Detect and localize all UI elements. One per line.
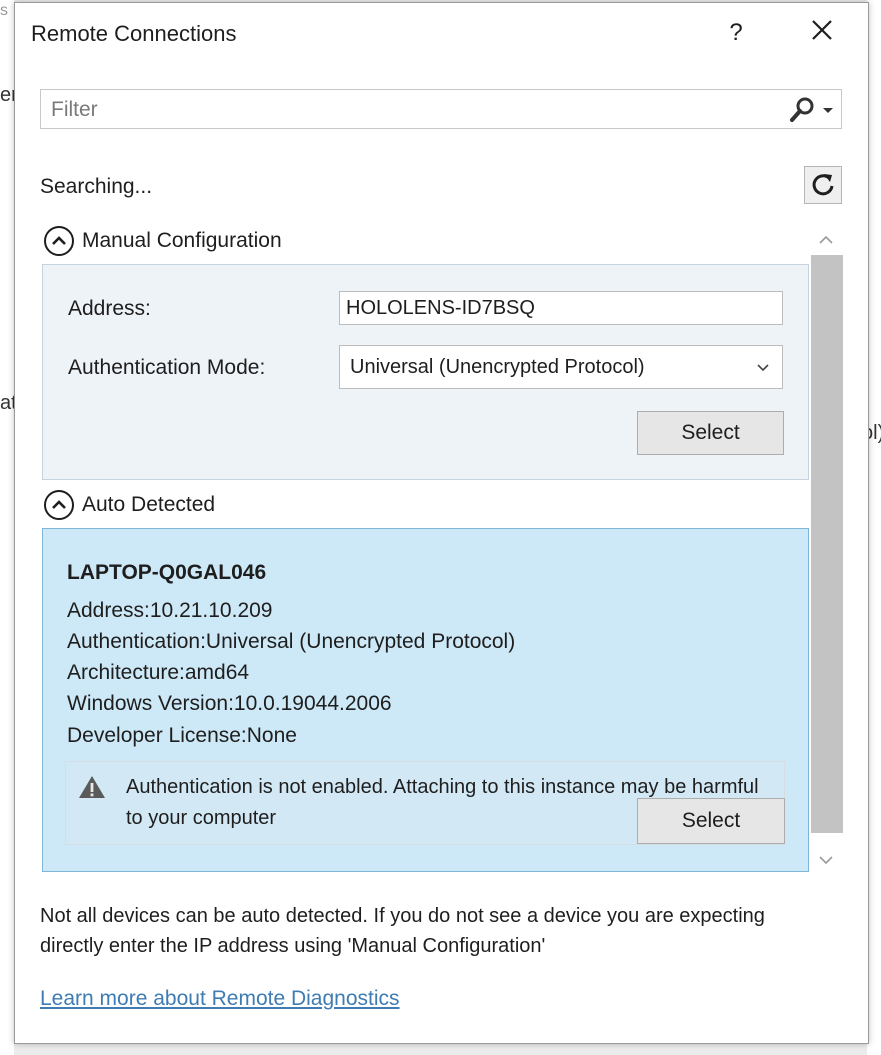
scroll-down-arrow-icon[interactable] (817, 851, 835, 869)
search-status: Searching... (40, 175, 153, 198)
chevron-down-icon (823, 108, 833, 113)
help-button[interactable]: ? (721, 19, 751, 47)
close-button[interactable] (805, 13, 839, 47)
device-address: Address:10.21.10.209 (67, 599, 273, 622)
filter-box (40, 89, 842, 129)
device-developer-license: Developer License:None (67, 724, 297, 747)
manual-config-header[interactable]: Manual Configuration (44, 226, 282, 256)
search-icon (790, 97, 814, 122)
device-windows-version: Windows Version:10.0.19044.2006 (67, 692, 392, 715)
filter-input[interactable] (49, 94, 773, 126)
warning-icon (79, 776, 105, 798)
device-architecture: Architecture:amd64 (67, 661, 250, 684)
chevron-down-icon (757, 364, 769, 372)
manual-config-panel: Address: Authentication Mode: Universal … (42, 264, 809, 480)
dialog-title: Remote Connections (31, 21, 237, 46)
background-fragment: s (0, 2, 8, 19)
manual-config-title: Manual Configuration (82, 229, 282, 252)
scrollbar[interactable] (811, 225, 843, 873)
device-name: LAPTOP-Q0GAL046 (67, 561, 267, 584)
footer-note: Not all devices can be auto detected. If… (40, 905, 765, 957)
collapse-icon (44, 490, 74, 520)
refresh-button[interactable] (804, 166, 842, 204)
device-authentication: Authentication:Universal (Unencrypted Pr… (67, 630, 516, 653)
refresh-icon (812, 174, 834, 196)
manual-select-button[interactable]: Select (637, 411, 784, 455)
auto-detected-title: Auto Detected (82, 493, 216, 516)
auth-mode-value: Universal (Unencrypted Protocol) (350, 356, 645, 378)
address-label: Address: (68, 297, 151, 320)
address-input[interactable] (339, 291, 783, 325)
remote-connections-dialog: Remote Connections ? Searching... Man (14, 2, 869, 1044)
search-dropdown-button[interactable] (787, 96, 837, 124)
scrollbar-thumb[interactable] (811, 255, 843, 833)
background-panel-right (867, 0, 881, 1055)
auth-mode-label: Authentication Mode: (68, 356, 266, 379)
close-icon (812, 20, 832, 40)
device-card[interactable]: LAPTOP-Q0GAL046 Address:10.21.10.209 Aut… (42, 528, 809, 872)
device-select-button[interactable]: Select (637, 798, 785, 844)
background-panel-left (0, 0, 14, 1055)
auto-detected-header[interactable]: Auto Detected (44, 490, 215, 520)
scroll-up-arrow-icon[interactable] (817, 231, 835, 249)
auth-mode-select[interactable]: Universal (Unencrypted Protocol) (339, 345, 783, 389)
collapse-icon (44, 226, 74, 256)
learn-more-link[interactable]: Learn more about Remote Diagnostics (40, 987, 400, 1011)
